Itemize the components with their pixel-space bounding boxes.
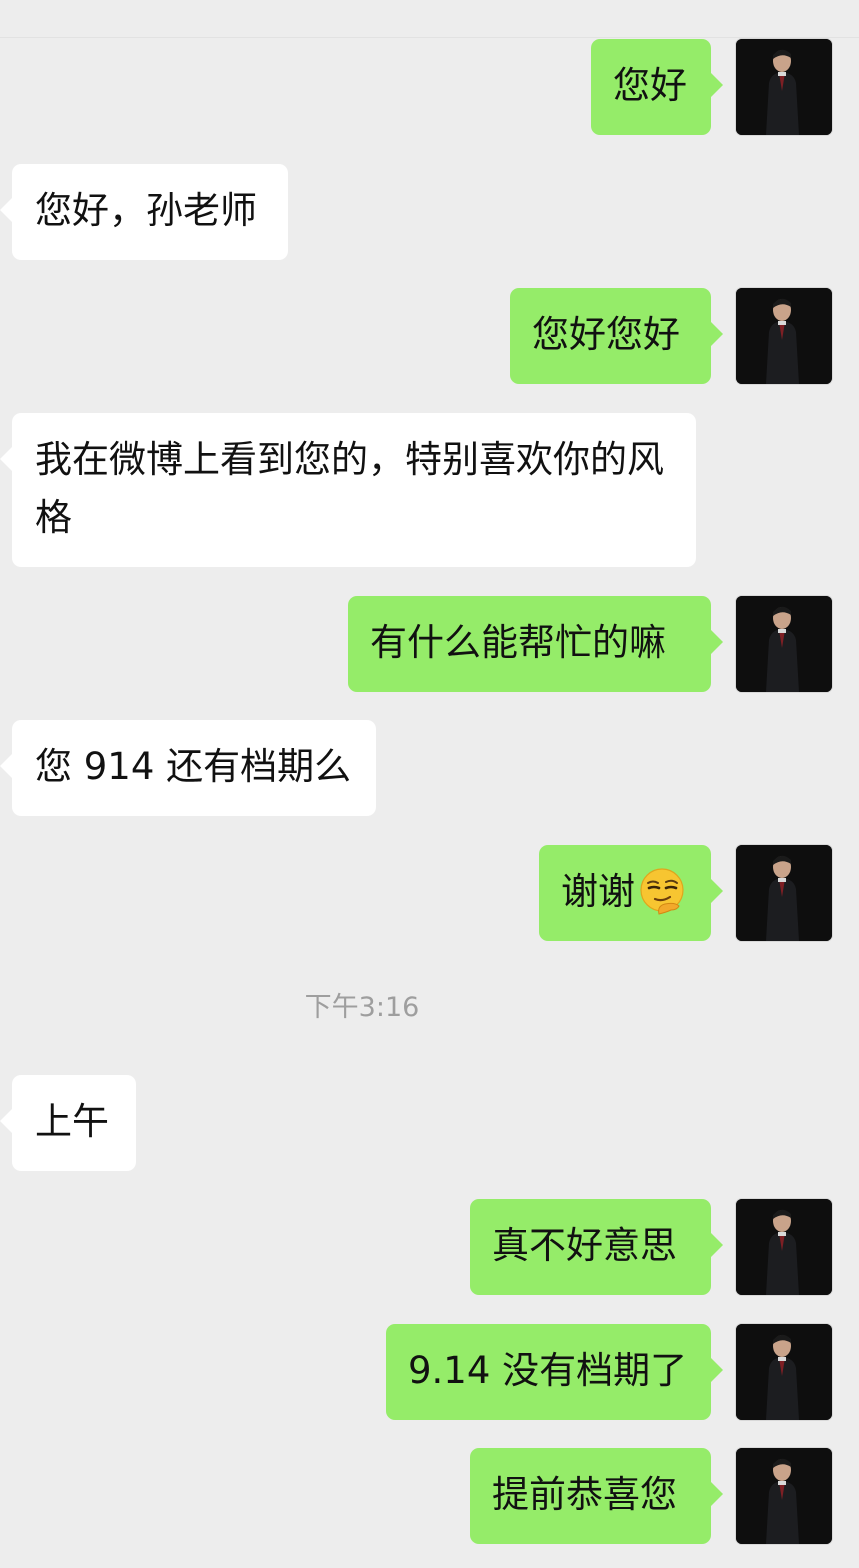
message-text: 有什么能帮忙的嘛 <box>370 621 666 664</box>
message-text: 您好 <box>613 64 687 107</box>
message-text: 我在微博上看到您的，特别喜欢你的风格 <box>35 438 664 539</box>
outgoing-message-bubble[interactable]: 真不好意思 <box>470 1199 723 1295</box>
person-avatar-icon <box>736 596 832 692</box>
avatar[interactable] <box>736 596 832 692</box>
person-avatar-icon <box>736 845 832 941</box>
incoming-message-bubble[interactable]: 您好，孙老师 <box>0 164 288 260</box>
incoming-message-bubble[interactable]: 您 914 还有档期么 <box>0 720 376 816</box>
outgoing-message-bubble[interactable]: 您好 <box>591 39 723 135</box>
bubble-tail <box>711 1482 723 1506</box>
bubble-tail <box>0 447 12 471</box>
message-text: 真不好意思 <box>492 1224 677 1267</box>
outgoing-message-bubble[interactable]: 有什么能帮忙的嘛 <box>348 596 723 692</box>
header-divider <box>0 37 859 38</box>
incoming-message-bubble[interactable]: 上午 <box>0 1075 136 1171</box>
bubble-tail <box>711 322 723 346</box>
outgoing-message-bubble[interactable]: 您好您好 <box>510 288 723 384</box>
person-avatar-icon <box>736 1448 832 1544</box>
avatar[interactable] <box>736 1448 832 1544</box>
bubble-tail <box>0 198 12 222</box>
bubble-tail <box>711 1358 723 1382</box>
outgoing-message-bubble[interactable]: 谢谢 <box>539 845 723 941</box>
chat-timestamp: 下午3:16 <box>304 992 420 1023</box>
avatar[interactable] <box>736 288 832 384</box>
message-text: 上午 <box>35 1100 109 1143</box>
bubble-tail <box>0 754 12 778</box>
avatar[interactable] <box>736 1324 832 1420</box>
chat-screen: 您好 您好，孙老师 您好您好 我在微博上看到您的，特别喜欢你的风格 有什么能帮忙… <box>0 0 859 1568</box>
person-avatar-icon <box>736 288 832 384</box>
message-text: 谢谢 <box>561 870 635 913</box>
person-avatar-icon <box>736 1324 832 1420</box>
bubble-tail <box>711 879 723 903</box>
message-text: 您 914 还有档期么 <box>35 745 352 788</box>
smirk-hand-on-chin-emoji <box>640 867 684 915</box>
incoming-message-bubble[interactable]: 我在微博上看到您的，特别喜欢你的风格 <box>0 413 696 567</box>
avatar[interactable] <box>736 845 832 941</box>
bubble-tail <box>711 73 723 97</box>
message-text: 9.14 没有档期了 <box>408 1349 688 1392</box>
person-avatar-icon <box>736 1199 832 1295</box>
bubble-tail <box>0 1109 12 1133</box>
bubble-tail <box>711 630 723 654</box>
avatar[interactable] <box>736 1199 832 1295</box>
outgoing-message-bubble[interactable]: 提前恭喜您 <box>470 1448 723 1544</box>
outgoing-message-bubble[interactable]: 9.14 没有档期了 <box>386 1324 723 1420</box>
message-text: 您好您好 <box>532 313 680 356</box>
message-text: 提前恭喜您 <box>492 1473 677 1516</box>
bubble-tail <box>711 1233 723 1257</box>
person-avatar-icon <box>736 39 832 135</box>
message-text: 您好，孙老师 <box>35 189 257 232</box>
avatar[interactable] <box>736 39 832 135</box>
